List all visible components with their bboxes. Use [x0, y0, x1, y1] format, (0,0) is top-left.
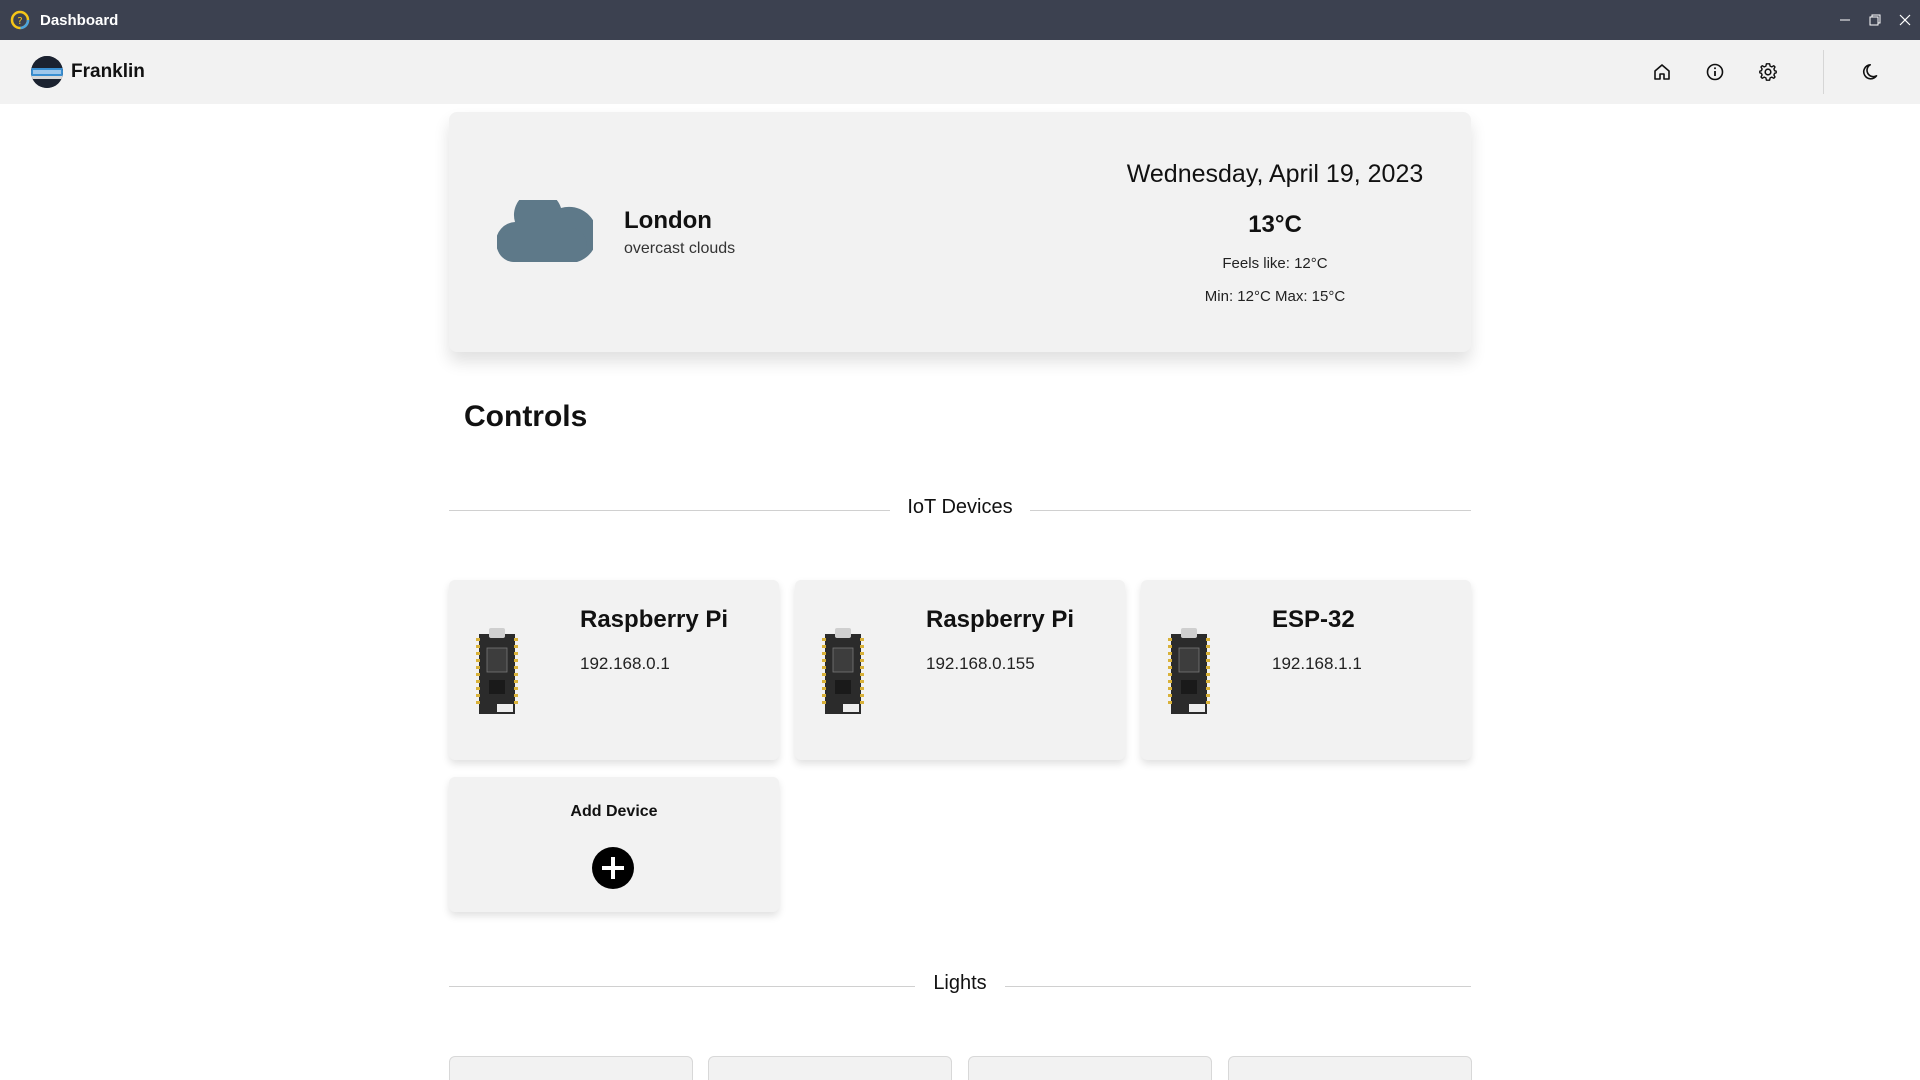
app-logo-icon: ? [10, 10, 30, 30]
header-divider [1823, 50, 1824, 94]
light-card[interactable] [449, 1056, 693, 1080]
page-title: Controls [464, 400, 588, 433]
info-icon [1706, 63, 1724, 81]
restore-button[interactable] [1860, 0, 1890, 40]
device-card[interactable]: Raspberry Pi 192.168.0.1 [449, 580, 779, 760]
light-card[interactable] [968, 1056, 1212, 1080]
home-button[interactable] [1648, 58, 1676, 86]
cloud-icon [497, 200, 593, 262]
device-ip: 192.168.1.1 [1272, 654, 1362, 673]
device-ip: 192.168.0.1 [580, 654, 670, 673]
light-card[interactable] [1228, 1056, 1472, 1080]
avatar-image [31, 56, 63, 88]
minimize-button[interactable] [1830, 0, 1860, 40]
app-header: Franklin [0, 40, 1920, 104]
device-name: Raspberry Pi [926, 606, 1075, 633]
weather-date: Wednesday, April 19, 2023 [1126, 160, 1424, 188]
light-card[interactable] [708, 1056, 952, 1080]
close-icon [1899, 14, 1911, 26]
weather-details: Wednesday, April 19, 2023 13°C Feels lik… [1125, 160, 1425, 305]
add-icon[interactable] [592, 847, 634, 889]
weather-min-max: Min: 12°C Max: 15°C [1204, 288, 1346, 305]
device-card[interactable]: Raspberry Pi 192.168.0.155 [795, 580, 1125, 760]
svg-text:?: ? [17, 16, 22, 27]
settings-button[interactable] [1754, 58, 1782, 86]
lights-section-divider: Lights [449, 972, 1471, 1002]
weather-card: London overcast clouds Wednesday, April … [449, 112, 1471, 352]
weather-temperature: 13°C [1248, 211, 1302, 238]
minimize-icon [1840, 19, 1850, 21]
iot-section-label: IoT Devices [907, 496, 1013, 518]
window-titlebar: ? Dashboard [0, 0, 1920, 40]
device-name: Raspberry Pi [580, 606, 729, 633]
microcontroller-board-icon [822, 628, 864, 714]
device-name: ESP-32 [1272, 606, 1355, 633]
info-button[interactable] [1701, 58, 1729, 86]
weather-city: London [624, 207, 712, 234]
header-nav [1648, 40, 1920, 104]
avatar[interactable] [31, 56, 63, 88]
weather-description: overcast clouds [624, 240, 736, 257]
device-card[interactable]: ESP-32 192.168.1.1 [1141, 580, 1471, 760]
device-ip: 192.168.0.155 [926, 654, 1035, 673]
home-icon [1654, 64, 1670, 80]
close-button[interactable] [1890, 0, 1920, 40]
add-device-card[interactable]: Add Device [449, 777, 779, 912]
restore-icon [1869, 14, 1881, 26]
microcontroller-board-icon [476, 628, 518, 714]
window-title: Dashboard [40, 11, 119, 29]
moon-icon [1862, 64, 1878, 80]
lights-section-label: Lights [933, 972, 987, 994]
gear-icon [1759, 63, 1777, 81]
microcontroller-board-icon [1168, 628, 1210, 714]
theme-toggle-button[interactable] [1858, 58, 1886, 86]
iot-section-divider: IoT Devices [449, 496, 1471, 526]
add-device-label: Add Device [570, 803, 658, 820]
window-controls [1830, 0, 1920, 40]
brand-name[interactable]: Franklin [71, 61, 145, 83]
weather-feels-like: Feels like: 12°C [1222, 255, 1328, 272]
